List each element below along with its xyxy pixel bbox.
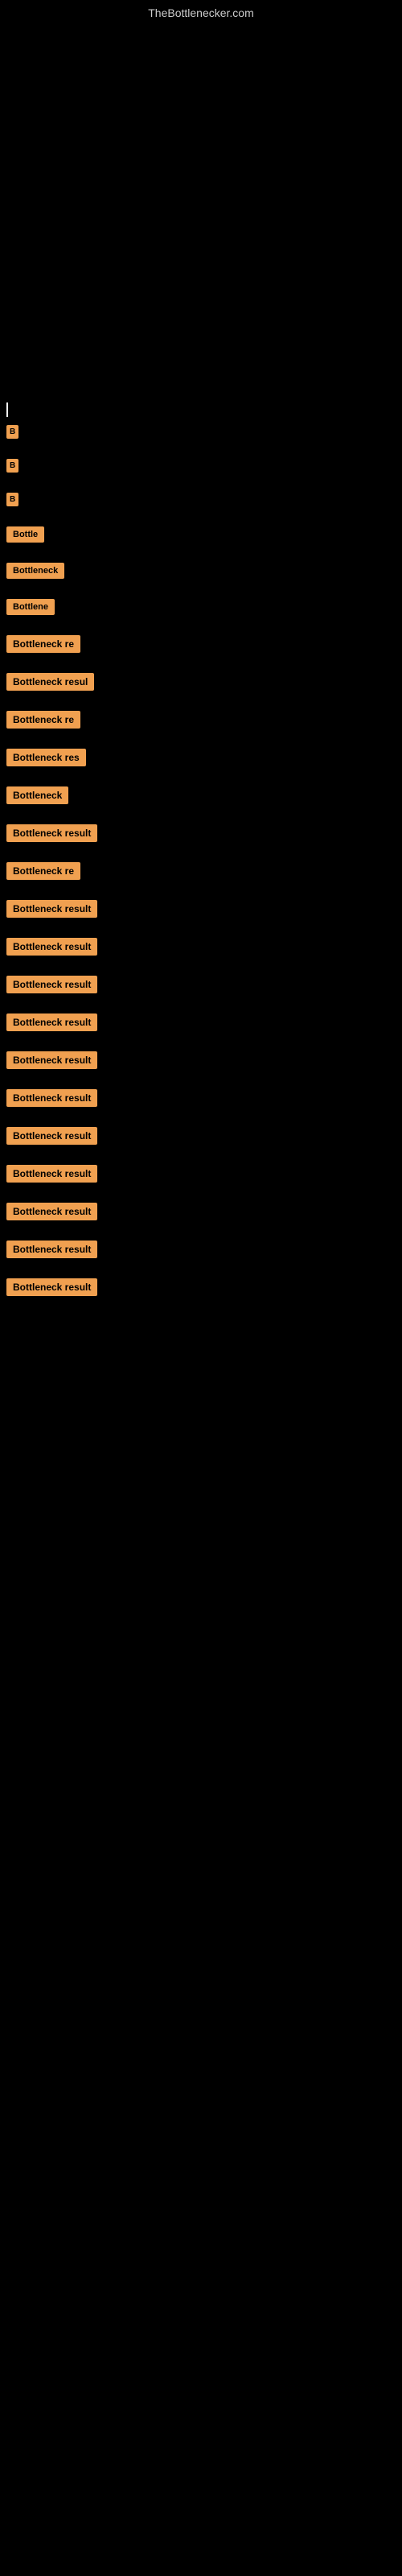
bottleneck-result-badge[interactable]: Bottle [6,526,44,543]
list-item[interactable]: Bottleneck re [0,703,402,741]
bottleneck-result-badge[interactable]: B [6,459,18,473]
top-black-area [0,23,402,409]
list-item[interactable]: Bottleneck result [0,816,402,854]
bottleneck-result-badge[interactable]: Bottleneck re [6,862,80,880]
bottleneck-result-badge[interactable]: Bottleneck result [6,900,97,918]
site-title: TheBottlenecker.com [0,0,402,23]
bottleneck-result-badge[interactable]: Bottleneck result [6,1165,97,1183]
bottleneck-result-badge[interactable]: Bottleneck result [6,1013,97,1031]
bottleneck-result-badge[interactable]: Bottleneck res [6,749,86,766]
list-item[interactable]: Bottleneck [0,555,402,591]
list-item[interactable]: Bottleneck result [0,968,402,1005]
list-item[interactable]: Bottleneck [0,778,402,816]
list-item[interactable]: Bottleneck result [0,1081,402,1119]
list-item[interactable]: Bottle [0,518,402,555]
bottleneck-items-container: B B B Bottle Bottleneck Bottlene Bottleneck re… [0,409,402,1308]
bottleneck-result-badge[interactable]: B [6,493,18,506]
list-item[interactable]: Bottleneck re [0,627,402,665]
bottleneck-result-badge[interactable]: Bottleneck result [6,1278,97,1296]
list-item[interactable]: Bottleneck result [0,1043,402,1081]
list-item[interactable]: Bottleneck result [0,1232,402,1270]
list-item[interactable]: B [0,485,402,518]
list-item[interactable]: B [0,451,402,485]
bottleneck-result-badge[interactable]: B [6,425,18,439]
bottleneck-result-badge[interactable]: Bottleneck result [6,824,97,842]
list-item[interactable]: Bottleneck result [0,1270,402,1308]
bottleneck-result-badge[interactable]: Bottleneck result [6,1127,97,1145]
bottleneck-result-badge[interactable]: Bottleneck resul [6,673,94,691]
list-item[interactable]: Bottleneck result [0,930,402,968]
bottleneck-result-badge[interactable]: Bottleneck result [6,1089,97,1107]
list-item[interactable]: Bottleneck result [0,1195,402,1232]
list-item[interactable]: Bottleneck result [0,1157,402,1195]
bottleneck-result-badge[interactable]: Bottlene [6,599,55,615]
bottleneck-result-badge[interactable]: Bottleneck result [6,938,97,956]
list-item[interactable]: Bottleneck re [0,854,402,892]
bottleneck-result-badge[interactable]: Bottleneck result [6,1203,97,1220]
list-item[interactable]: Bottlene [0,591,402,627]
bottleneck-result-badge[interactable]: Bottleneck [6,563,64,579]
bottleneck-result-badge[interactable]: Bottleneck [6,786,68,804]
list-item[interactable]: B [0,417,402,451]
list-item[interactable]: Bottleneck res [0,741,402,778]
list-item[interactable]: Bottleneck result [0,892,402,930]
list-item[interactable]: Bottleneck result [0,1005,402,1043]
bottleneck-result-badge[interactable]: Bottleneck re [6,635,80,653]
bottleneck-result-badge[interactable]: Bottleneck result [6,1241,97,1258]
cursor-indicator [6,402,8,417]
list-item[interactable]: Bottleneck resul [0,665,402,703]
list-item[interactable]: Bottleneck result [0,1119,402,1157]
bottleneck-result-badge[interactable]: Bottleneck result [6,1051,97,1069]
bottleneck-result-badge[interactable]: Bottleneck result [6,976,97,993]
bottleneck-result-badge[interactable]: Bottleneck re [6,711,80,729]
